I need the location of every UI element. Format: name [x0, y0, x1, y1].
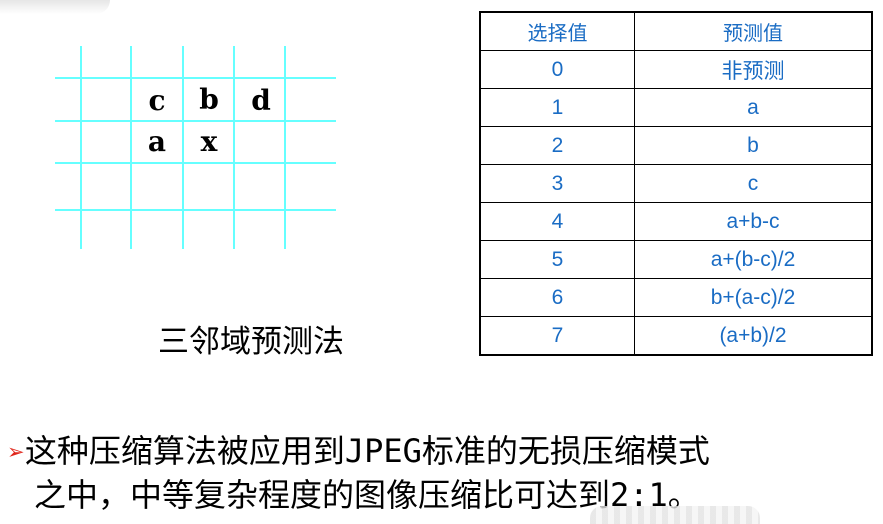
table-row: 3 c — [479, 164, 873, 203]
selection-cell: 7 — [479, 316, 635, 356]
grid-line-h1 — [55, 77, 336, 79]
selection-cell: 4 — [479, 202, 635, 241]
footer-decoration — [590, 506, 760, 524]
table-row: 4 a+b-c — [479, 202, 873, 241]
grid-line-v2 — [130, 46, 132, 249]
bullet-text-line-1: 这种压缩算法被应用到JPEG标准的无损压缩模式 — [24, 432, 710, 470]
selection-cell: 1 — [479, 88, 635, 127]
header-predicted-value: 预测值 — [634, 11, 873, 51]
prediction-cell: a — [634, 88, 873, 127]
grid-line-h3 — [55, 162, 336, 164]
table-row: 7 (a+b)/2 — [479, 316, 873, 356]
neighborhood-caption: 三邻域预测法 — [158, 324, 344, 360]
cell-a: a — [147, 125, 167, 158]
table-row: 5 a+(b-c)/2 — [479, 240, 873, 279]
prediction-cell: (a+b)/2 — [634, 316, 873, 356]
bullet-paragraph: ➢这种压缩算法被应用到JPEG标准的无损压缩模式 之中，中等复杂程度的图像压缩比… — [8, 430, 878, 516]
grid-line-v4 — [233, 46, 235, 249]
arrow-bullet-icon: ➢ — [8, 436, 25, 469]
selection-cell: 0 — [479, 50, 635, 89]
prediction-cell: a+b-c — [634, 202, 873, 241]
table-row: 1 a — [479, 88, 873, 127]
grid-line-v5 — [284, 46, 286, 249]
cell-d: d — [251, 84, 271, 117]
selection-cell: 3 — [479, 164, 635, 203]
selection-cell: 2 — [479, 126, 635, 165]
bullet-line-1: ➢这种压缩算法被应用到JPEG标准的无损压缩模式 — [8, 430, 878, 474]
grid-line-v3 — [182, 46, 184, 249]
table-header-row: 选择值 预测值 — [479, 11, 873, 51]
prediction-cell: c — [634, 164, 873, 203]
prediction-cell: 非预测 — [634, 50, 873, 89]
table-row: 2 b — [479, 126, 873, 165]
cell-x: x — [200, 125, 218, 158]
grid-line-v1 — [80, 46, 82, 249]
header-selection-value: 选择值 — [479, 11, 635, 51]
prediction-cell: a+(b-c)/2 — [634, 240, 873, 279]
prediction-cell: b — [634, 126, 873, 165]
grid-line-h4 — [55, 209, 336, 211]
selection-cell: 6 — [479, 278, 635, 317]
grid-line-h2 — [55, 120, 336, 122]
cell-c: c — [148, 84, 166, 117]
prediction-cell: b+(a-c)/2 — [634, 278, 873, 317]
table-row: 0 非预测 — [479, 50, 873, 89]
table-row: 6 b+(a-c)/2 — [479, 278, 873, 317]
selection-cell: 5 — [479, 240, 635, 279]
cell-b: b — [199, 83, 219, 116]
prediction-table: 选择值 预测值 0 非预测 1 a 2 b 3 c 4 a+b-c 5 a+(b… — [479, 11, 873, 356]
